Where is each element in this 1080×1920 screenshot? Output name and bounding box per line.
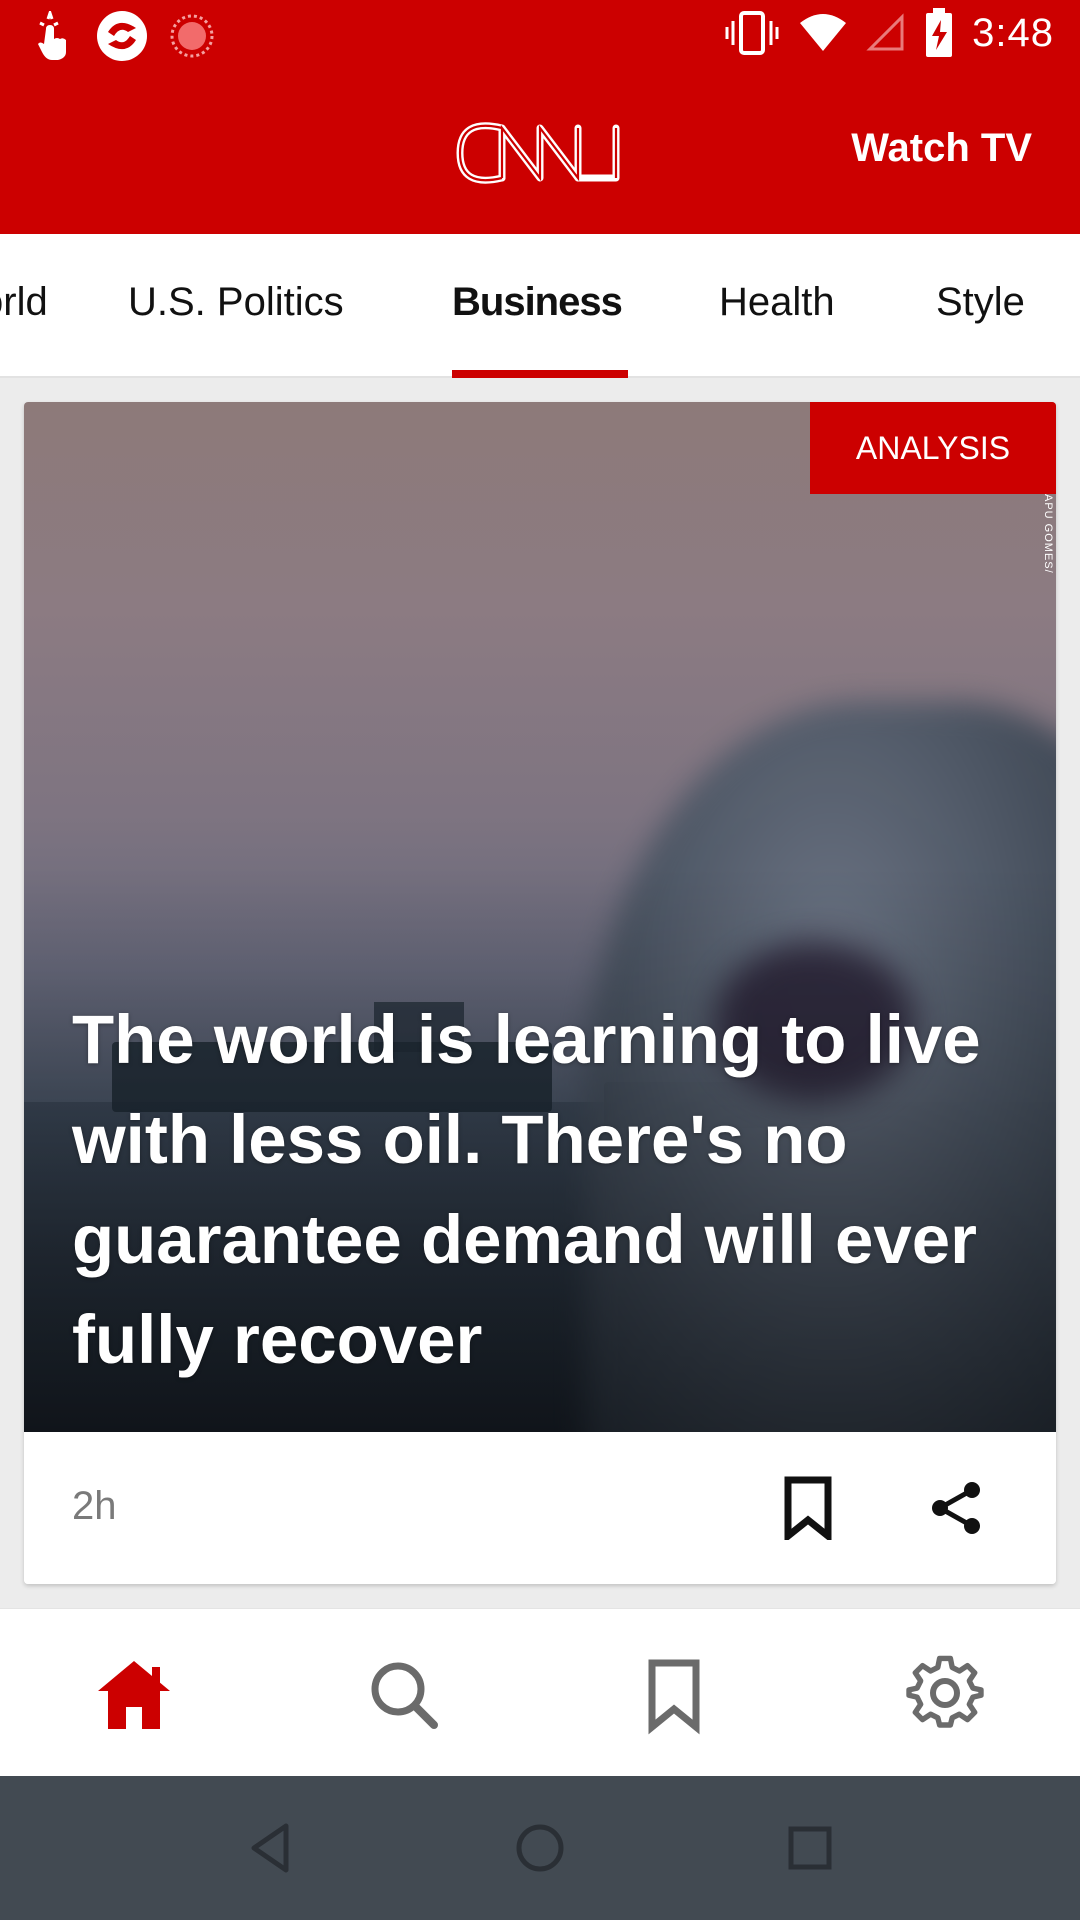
status-right: 3:48 [724, 8, 1054, 58]
watch-tv-button[interactable]: Watch TV [851, 126, 1032, 171]
gear-icon[interactable] [905, 1655, 985, 1735]
status-bar: 3:48 [0, 0, 1080, 74]
section-tabs: World U.S. Politics Business Health Styl… [0, 234, 1080, 378]
system-nav-bar [0, 1776, 1080, 1920]
story-card[interactable]: APU GOMES/ ANALYSIS The world is learnin… [24, 402, 1056, 1584]
app-icon [97, 11, 147, 61]
vibrate-icon [725, 11, 779, 55]
search-icon[interactable] [364, 1655, 444, 1735]
bookmark-icon[interactable] [780, 1476, 836, 1540]
share-icon[interactable] [928, 1478, 988, 1538]
status-left-icons [34, 10, 214, 62]
card-footer: 2h [24, 1432, 1056, 1584]
status-time: 3:48 [972, 10, 1054, 55]
app-header: Watch TV [0, 74, 1080, 234]
tab-style[interactable]: Style [936, 280, 1025, 325]
cnn-logo[interactable] [452, 112, 628, 194]
record-icon [170, 14, 214, 58]
cell-signal-icon [866, 13, 904, 51]
tab-business[interactable]: Business [452, 280, 623, 325]
tab-world[interactable]: World [0, 280, 48, 325]
recents-icon[interactable] [780, 1818, 840, 1878]
home-circle-icon[interactable] [510, 1818, 570, 1878]
tab-health[interactable]: Health [719, 280, 835, 325]
story-timestamp: 2h [72, 1484, 117, 1528]
photo-credit: APU GOMES/ [1042, 494, 1054, 574]
active-tab-indicator [452, 370, 628, 378]
bottom-nav [0, 1608, 1080, 1776]
story-image[interactable]: APU GOMES/ ANALYSIS The world is learnin… [24, 402, 1056, 1432]
back-icon[interactable] [240, 1818, 300, 1878]
saved-bookmark-icon[interactable] [634, 1655, 714, 1735]
tab-us-politics[interactable]: U.S. Politics [128, 280, 344, 325]
touch-icon [38, 11, 66, 60]
wifi-icon [800, 14, 847, 51]
home-icon[interactable] [94, 1655, 174, 1735]
analysis-badge: ANALYSIS [810, 402, 1056, 494]
screen: 3:48 Watch TV World U.S. Politics Busine… [0, 0, 1080, 1920]
battery-charging-icon [926, 8, 953, 57]
story-headline[interactable]: The world is learning to live with less … [72, 990, 1032, 1390]
